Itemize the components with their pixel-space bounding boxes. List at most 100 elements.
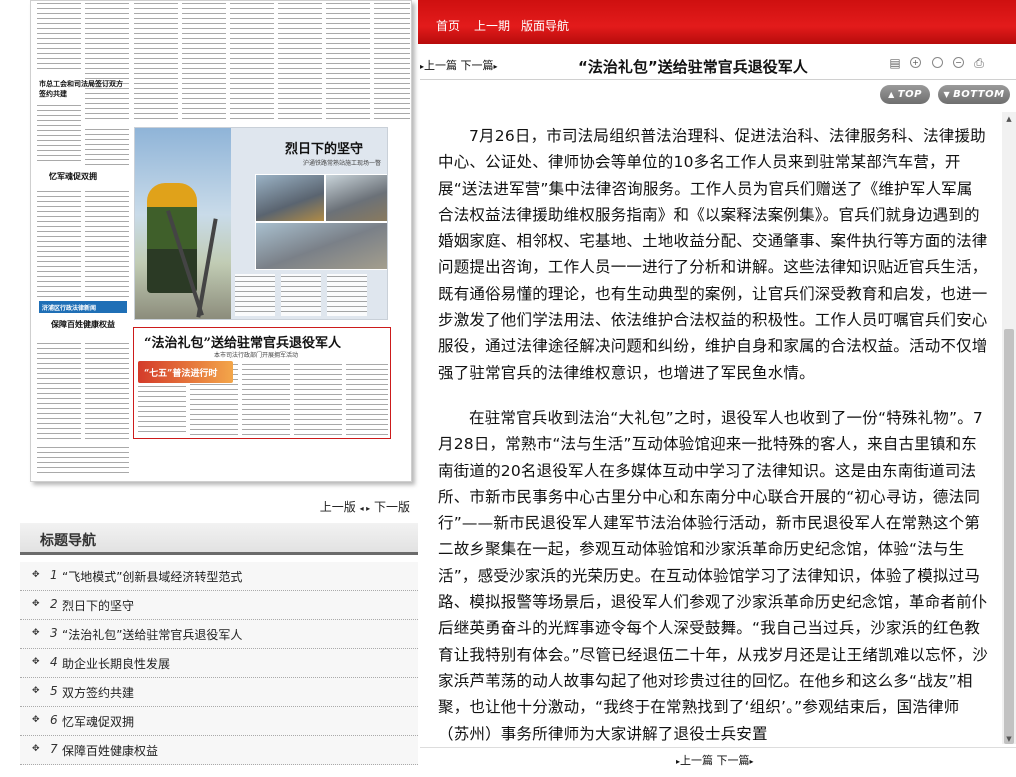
np-text-block: [346, 362, 388, 436]
prev-version-link[interactable]: 上一版: [320, 500, 356, 514]
bullet-icon: ✥: [32, 744, 40, 754]
article-scrollbar[interactable]: ▲ ▼: [1002, 112, 1016, 744]
toc-item-title[interactable]: 保障百姓健康权益: [62, 742, 158, 759]
next-version-link[interactable]: 下一版: [374, 500, 410, 514]
np-text-block: [138, 384, 186, 436]
print-icon[interactable]: ⎙: [972, 56, 986, 70]
bullet-icon: ✥: [32, 570, 40, 580]
bullet-icon: ✥: [32, 715, 40, 725]
left-panel: 市总工会和司法局签订双方签约共建 忆军魂促双拥 浒浦区行政法律新闻 保障百姓健康…: [0, 0, 418, 777]
article-paragraph: 7月26日，市司法局组织普法治理科、促进法治科、法律服务科、法律援助中心、公证处…: [438, 127, 988, 382]
toc-item-2[interactable]: ✥ 2 烈日下的坚守: [20, 591, 418, 620]
np-text-block: [294, 362, 342, 436]
zoom-reset-icon[interactable]: [932, 57, 943, 68]
np-text-block: [37, 1, 81, 71]
np-text-block: [37, 103, 81, 163]
article-toolbar: ▤ + − ⎙: [888, 56, 988, 72]
toc-list: ✥ 1 “飞地模式”创新县域经济转型范式 ✥ 2 烈日下的坚守 ✥ 3 “法治礼…: [20, 562, 418, 765]
newspaper-page-thumbnail[interactable]: 市总工会和司法局签订双方签约共建 忆军魂促双拥 浒浦区行政法律新闻 保障百姓健康…: [30, 0, 412, 482]
prev-article-link-bottom[interactable]: 上一篇: [680, 754, 713, 767]
text-mode-icon[interactable]: ▤: [888, 56, 902, 70]
np-photo-headline: 烈日下的坚守: [285, 142, 364, 157]
nav-home-link[interactable]: 首页: [436, 17, 460, 34]
toc-item-title[interactable]: “飞地模式”创新县域经济转型范式: [62, 568, 242, 585]
np-article-headline: “法治礼包”送给驻常官兵退役军人: [144, 336, 341, 351]
toc-item-title[interactable]: 烈日下的坚守: [62, 597, 134, 614]
np-text-block: [242, 362, 290, 436]
np-text-block: [326, 1, 370, 119]
toc-item-3[interactable]: ✥ 3 “法治礼包”送给驻常官兵退役军人: [20, 620, 418, 649]
scroll-up-icon[interactable]: ▲: [1002, 112, 1016, 126]
np-side-headline-3: 保障百姓健康权益: [51, 319, 115, 329]
triangle-right-icon: ▸: [493, 62, 498, 71]
nav-layout-link[interactable]: 版面导航: [521, 17, 569, 34]
title-divider: [420, 79, 1016, 80]
nav-prev-issue-link[interactable]: 上一期: [474, 17, 510, 34]
np-text-block: [85, 341, 129, 441]
np-text-block: [374, 1, 410, 119]
np-photo-thumb: [325, 174, 387, 222]
np-text-block: [327, 274, 367, 316]
article-paragraph: 在驻常官兵收到法治“大礼包”之时，退役军人也收到了一份“特殊礼物”。7月28日，…: [438, 408, 988, 743]
toc-item-number: 3: [50, 626, 58, 640]
toc-item-title[interactable]: 双方签约共建: [62, 684, 134, 701]
toc-item-number: 6: [50, 713, 58, 727]
toc-item-1[interactable]: ✥ 1 “飞地模式”创新县域经济转型范式: [20, 562, 418, 591]
np-text-block: [281, 274, 321, 316]
bottom-button[interactable]: ▼ BOTTOM: [938, 85, 1010, 104]
toc-item-number: 7: [50, 742, 58, 756]
toc-item-5[interactable]: ✥ 5 双方签约共建: [20, 678, 418, 707]
top-button[interactable]: ▲ TOP: [880, 85, 930, 104]
next-article-link[interactable]: 下一篇: [461, 59, 494, 72]
np-text-block: [278, 1, 322, 119]
toc-item-number: 5: [50, 684, 58, 698]
prev-article-link[interactable]: 上一篇: [424, 59, 457, 72]
np-text-block: [37, 341, 81, 441]
np-text-block: [235, 274, 275, 316]
np-photo-subhead: 沪通铁路常熟站施工现场一瞥: [303, 160, 382, 167]
np-photo-feature: 烈日下的坚守 沪通铁路常熟站施工现场一瞥: [134, 127, 388, 320]
bullet-icon: ✥: [32, 657, 40, 667]
np-text-block: [37, 445, 129, 473]
toc-item-7[interactable]: ✥ 7 保障百姓健康权益: [20, 736, 418, 765]
triangle-right-icon: ▸: [749, 757, 754, 766]
bullet-icon: ✥: [32, 686, 40, 696]
np-photo-surveyor: [135, 128, 231, 319]
np-side-headline-1: 市总工会和司法局签订双方签约共建: [39, 79, 123, 98]
toc-item-number: 4: [50, 655, 58, 669]
article-body: 7月26日，市司法局组织普法治理科、促进法治科、法律服务科、法律援助中心、公证处…: [438, 123, 988, 743]
toc-header: 标题导航: [20, 523, 418, 555]
top-nav-bar: 首页 上一期 版面导航: [418, 0, 1016, 44]
zoom-out-icon[interactable]: −: [953, 57, 964, 68]
bullet-icon: ✥: [32, 599, 40, 609]
np-text-block: [85, 127, 129, 167]
toc-item-4[interactable]: ✥ 4 助企业长期良性发展: [20, 649, 418, 678]
np-text-block: [85, 1, 129, 121]
np-side-headline-2: 忆军魂促双拥: [49, 171, 97, 181]
next-article-link-bottom[interactable]: 下一篇: [717, 754, 750, 767]
version-arrows-icon: ◂ ▸: [359, 504, 371, 513]
toc-item-6[interactable]: ✥ 6 忆军魂促双拥: [20, 707, 418, 736]
np-text-block: [182, 1, 226, 119]
toc-item-number: 1: [50, 568, 58, 582]
np-photo-thumb: [255, 174, 325, 222]
toc-item-title[interactable]: 忆军魂促双拥: [62, 713, 134, 730]
toc-item-title[interactable]: 助企业长期良性发展: [62, 655, 170, 672]
version-nav: 上一版 ◂ ▸ 下一版: [300, 498, 410, 516]
np-text-block: [230, 1, 274, 119]
article-nav-bottom: ▸上一篇 下一篇▸: [420, 747, 1016, 769]
toc-item-number: 2: [50, 597, 58, 611]
np-text-block: [134, 1, 178, 119]
zoom-in-icon[interactable]: +: [910, 57, 921, 68]
caret-down-icon: ▼: [943, 90, 951, 99]
bullet-icon: ✥: [32, 628, 40, 638]
toc-header-label: 标题导航: [40, 533, 96, 549]
np-side-badge: 浒浦区行政法律新闻: [39, 301, 127, 313]
toc-item-title[interactable]: “法治礼包”送给驻常官兵退役军人: [62, 626, 242, 643]
np-photo-thumb: [255, 222, 387, 270]
np-article-subhead: 本市司法行政部门开展拥军活动: [214, 352, 299, 359]
tripod-leg: [196, 218, 218, 318]
scrollbar-thumb[interactable]: [1004, 329, 1014, 744]
np-highlighted-article[interactable]: “法治礼包”送给驻常官兵退役军人 本市司法行政部门开展拥军活动: [133, 327, 391, 439]
scroll-down-icon[interactable]: ▼: [1002, 732, 1016, 746]
